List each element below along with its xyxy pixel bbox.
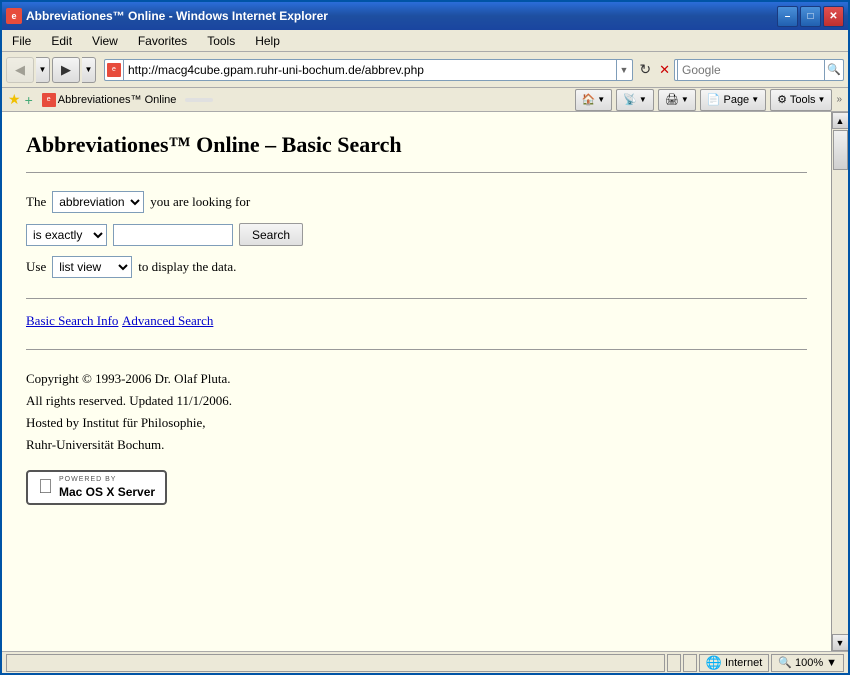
scroll-down-button[interactable]: ▼ bbox=[832, 634, 849, 651]
forward-dropdown[interactable]: ▼ bbox=[82, 57, 96, 83]
window-controls: – □ ✕ bbox=[777, 6, 844, 27]
internet-label: Internet bbox=[725, 657, 762, 669]
address-bar: e ▼ ↻ ✕ bbox=[104, 59, 672, 81]
divider-mid bbox=[26, 298, 807, 299]
maximize-button[interactable]: □ bbox=[800, 6, 821, 27]
minimize-button[interactable]: – bbox=[777, 6, 798, 27]
menu-help[interactable]: Help bbox=[249, 32, 286, 50]
stop-button[interactable]: ✕ bbox=[657, 60, 672, 80]
refresh-button[interactable]: ↻ bbox=[637, 59, 653, 80]
intro-the: The bbox=[26, 194, 46, 210]
divider-top bbox=[26, 172, 807, 173]
status-panels: 🌐 Internet 🔍 100% ▼ bbox=[6, 654, 844, 672]
browser-body: Abbreviationes™ Online – Basic Search Th… bbox=[2, 112, 848, 651]
back-dropdown[interactable]: ▼ bbox=[36, 57, 50, 83]
favorites-tab[interactable]: e Abbreviationes™ Online bbox=[37, 91, 182, 109]
status-panel-2 bbox=[667, 654, 681, 672]
footer: Copyright © 1993-2006 Dr. Olaf Pluta. Al… bbox=[26, 368, 807, 456]
advanced-search-link[interactable]: Advanced Search bbox=[122, 313, 213, 328]
scroll-thumb[interactable] bbox=[833, 130, 848, 170]
zoom-dropdown[interactable]: ▼ bbox=[826, 657, 837, 669]
search-box: 🔍 bbox=[674, 59, 844, 81]
scrollbar-right: ▲ ▼ bbox=[831, 112, 848, 651]
tab-extra[interactable] bbox=[185, 98, 213, 102]
feeds-button[interactable]: 📡 ▼ bbox=[616, 89, 654, 111]
zoom-icon: 🔍 bbox=[778, 656, 792, 669]
apple-icon:  bbox=[38, 476, 53, 499]
form-row-2: is exactly starts with contains Search bbox=[26, 223, 807, 246]
forward-button[interactable]: ▶ bbox=[52, 57, 80, 83]
address-input[interactable] bbox=[123, 59, 617, 81]
menu-favorites[interactable]: Favorites bbox=[132, 32, 193, 50]
close-button[interactable]: ✕ bbox=[823, 6, 844, 27]
page-button[interactable]: 📄 Page ▼ bbox=[700, 89, 766, 111]
display-intro: Use bbox=[26, 259, 46, 275]
display-select[interactable]: list view table view bbox=[52, 256, 132, 278]
divider-bottom bbox=[26, 349, 807, 350]
intro-you: you are looking for bbox=[150, 194, 250, 210]
zoom-label: 100% bbox=[795, 657, 823, 669]
type-select[interactable]: abbreviation expansion bbox=[52, 191, 144, 213]
osx-server-badge[interactable]:  POWERED BY Mac OS X Server bbox=[26, 470, 167, 505]
menu-bar: File Edit View Favorites Tools Help bbox=[2, 30, 848, 52]
window-title: Abbreviationes™ Online - Windows Interne… bbox=[26, 9, 328, 23]
globe-icon: 🌐 bbox=[706, 655, 722, 671]
status-internet: 🌐 Internet bbox=[699, 654, 770, 672]
title-bar-left: e Abbreviationes™ Online - Windows Inter… bbox=[6, 8, 328, 24]
favorites-star-icon[interactable]: ★ bbox=[8, 91, 21, 108]
favorites-bar: ★ + e Abbreviationes™ Online 🏠 ▼ 📡 ▼ 🖨 ▼… bbox=[2, 88, 848, 112]
print-button[interactable]: 🖨 ▼ bbox=[658, 89, 696, 111]
status-main bbox=[6, 654, 665, 672]
favorites-bar-right: 🏠 ▼ 📡 ▼ 🖨 ▼ 📄 Page ▼ ⚙ Tools ▼ » bbox=[575, 89, 842, 111]
address-favicon: e bbox=[107, 63, 121, 77]
match-select[interactable]: is exactly starts with contains bbox=[26, 224, 107, 246]
menu-view[interactable]: View bbox=[86, 32, 124, 50]
product-name: Mac OS X Server bbox=[59, 485, 155, 499]
form-row-3: Use list view table view to display the … bbox=[26, 256, 807, 278]
search-text-input[interactable] bbox=[113, 224, 233, 246]
form-section: The abbreviation expansion you are looki… bbox=[26, 191, 807, 278]
tools-button[interactable]: ⚙ Tools ▼ bbox=[770, 89, 832, 111]
expand-button[interactable]: » bbox=[836, 94, 842, 105]
basic-search-info-link[interactable]: Basic Search Info bbox=[26, 313, 118, 328]
search-button[interactable]: Search bbox=[239, 223, 303, 246]
toolbar: ◀ ▼ ▶ ▼ e ▼ ↻ ✕ 🔍 bbox=[2, 52, 848, 88]
form-row-1: The abbreviation expansion you are looki… bbox=[26, 191, 807, 213]
back-button[interactable]: ◀ bbox=[6, 57, 34, 83]
tab-label: Abbreviationes™ Online bbox=[58, 94, 177, 106]
browser-icon: e bbox=[6, 8, 22, 24]
address-input-wrapper[interactable]: e ▼ bbox=[104, 59, 633, 81]
page-content: Abbreviationes™ Online – Basic Search Th… bbox=[2, 112, 831, 651]
footer-line3: Hosted by Institut für Philosophie, bbox=[26, 412, 807, 434]
powered-by-label: POWERED BY bbox=[59, 476, 155, 484]
add-favorites-icon[interactable]: + bbox=[25, 92, 33, 108]
links-section: Basic Search Info Advanced Search bbox=[26, 313, 807, 329]
footer-line2: All rights reserved. Updated 11/1/2006. bbox=[26, 390, 807, 412]
browser-window: e Abbreviationes™ Online - Windows Inter… bbox=[0, 0, 850, 675]
menu-tools[interactable]: Tools bbox=[201, 32, 241, 50]
scroll-up-button[interactable]: ▲ bbox=[832, 112, 849, 129]
address-dropdown-arrow[interactable]: ▼ bbox=[617, 65, 630, 75]
tab-favicon: e bbox=[42, 93, 56, 107]
search-go-button[interactable]: 🔍 bbox=[827, 63, 841, 76]
osx-badge-text: POWERED BY Mac OS X Server bbox=[59, 476, 155, 499]
menu-edit[interactable]: Edit bbox=[45, 32, 78, 50]
display-suffix: to display the data. bbox=[138, 259, 236, 275]
status-zoom: 🔍 100% ▼ bbox=[771, 654, 844, 672]
menu-file[interactable]: File bbox=[6, 32, 37, 50]
title-bar: e Abbreviationes™ Online - Windows Inter… bbox=[2, 2, 848, 30]
status-bar: 🌐 Internet 🔍 100% ▼ bbox=[2, 651, 848, 673]
page-title: Abbreviationes™ Online – Basic Search bbox=[26, 132, 807, 158]
footer-line4: Ruhr-Universität Bochum. bbox=[26, 434, 807, 456]
footer-line1: Copyright © 1993-2006 Dr. Olaf Pluta. bbox=[26, 368, 807, 390]
status-panel-3 bbox=[683, 654, 697, 672]
home-button[interactable]: 🏠 ▼ bbox=[575, 89, 613, 111]
search-input[interactable] bbox=[677, 59, 825, 81]
scroll-track[interactable] bbox=[832, 129, 848, 634]
